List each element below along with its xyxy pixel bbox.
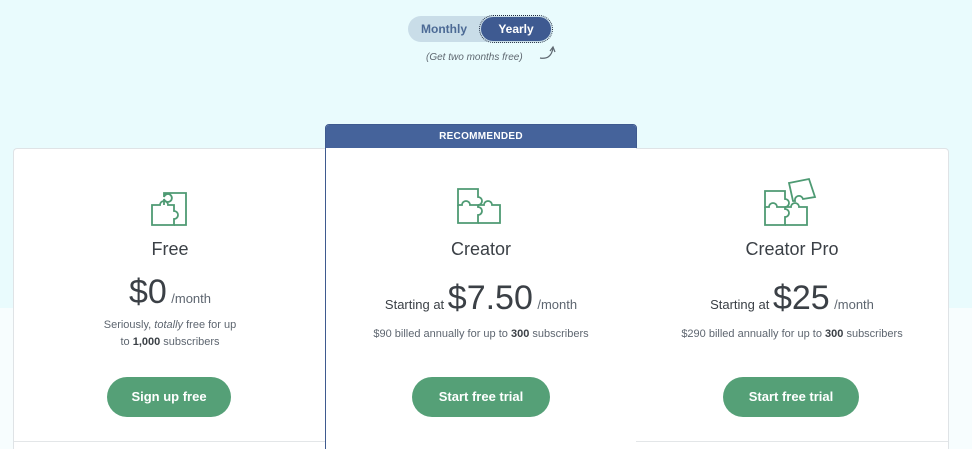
plan-description: $290 billed annually for up to 300 subsc… xyxy=(681,328,903,340)
sign-up-free-button[interactable]: Sign up free xyxy=(107,377,231,417)
toggle-monthly-option[interactable]: Monthly xyxy=(408,16,480,42)
recommended-badge: RECOMMENDED xyxy=(326,125,636,148)
plan-description: $90 billed annually for up to 300 subscr… xyxy=(373,328,589,340)
billing-toggle[interactable]: Monthly Yearly xyxy=(408,15,553,43)
price-prefix: Starting at xyxy=(384,297,448,312)
price-row: Starting at $25 /month xyxy=(636,279,948,318)
card-divider xyxy=(14,441,326,442)
price-amount: $7.50 xyxy=(447,279,533,317)
price-row: Starting at $7.50 /month xyxy=(326,279,636,318)
price-prefix: Starting at xyxy=(710,297,773,312)
plan-card-free: Free $0 /month Seriously, totally free f… xyxy=(13,148,326,449)
card-divider xyxy=(636,441,948,442)
puzzle-pieces-icon xyxy=(457,188,501,224)
start-free-trial-button[interactable]: Start free trial xyxy=(412,377,550,417)
start-free-trial-button[interactable]: Start free trial xyxy=(723,377,859,417)
plan-card-creator-pro: Creator Pro Starting at $25 /month $290 … xyxy=(636,148,949,449)
plan-description: Seriously, totally free for up to 1,000 … xyxy=(103,319,237,348)
price-period: /month xyxy=(171,291,212,306)
price-period: /month xyxy=(834,297,874,312)
plan-name: Creator xyxy=(450,239,512,259)
promo-note: (Get two months free) xyxy=(426,52,523,63)
puzzle-complete-icon xyxy=(764,177,817,226)
price-row: $0 /month xyxy=(14,273,326,312)
plan-name: Creator Pro xyxy=(745,239,839,259)
plan-name: Free xyxy=(151,239,189,259)
price-amount: $25 xyxy=(772,279,830,317)
puzzle-piece-icon xyxy=(151,192,187,226)
price-amount: $0 xyxy=(128,273,167,311)
toggle-yearly-option[interactable]: Yearly xyxy=(479,15,553,43)
plan-card-creator: RECOMMENDED Creator Starting at $7.50 /m… xyxy=(325,124,637,449)
curved-arrow-icon xyxy=(539,45,556,59)
price-period: /month xyxy=(537,297,578,312)
